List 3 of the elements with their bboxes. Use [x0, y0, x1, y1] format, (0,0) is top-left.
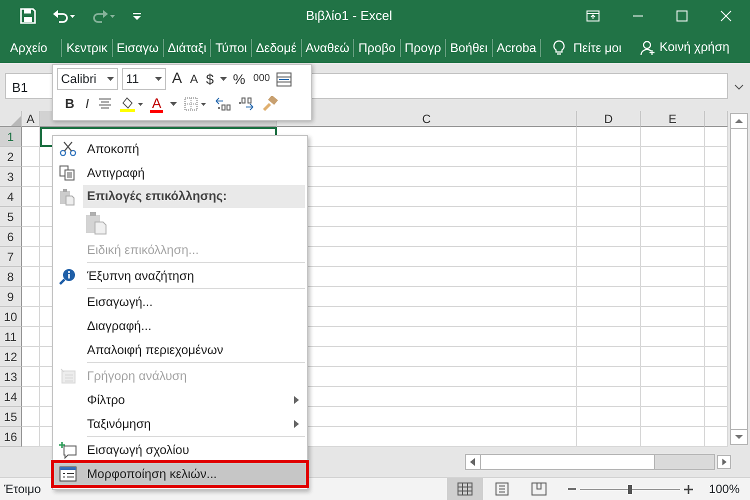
status-text: Έτοιμο — [3, 481, 41, 498]
menu-section-header: Επιλογές επικόλλησης: — [83, 185, 305, 208]
window-title: Βιβλίο1 - Excel — [304, 7, 394, 26]
